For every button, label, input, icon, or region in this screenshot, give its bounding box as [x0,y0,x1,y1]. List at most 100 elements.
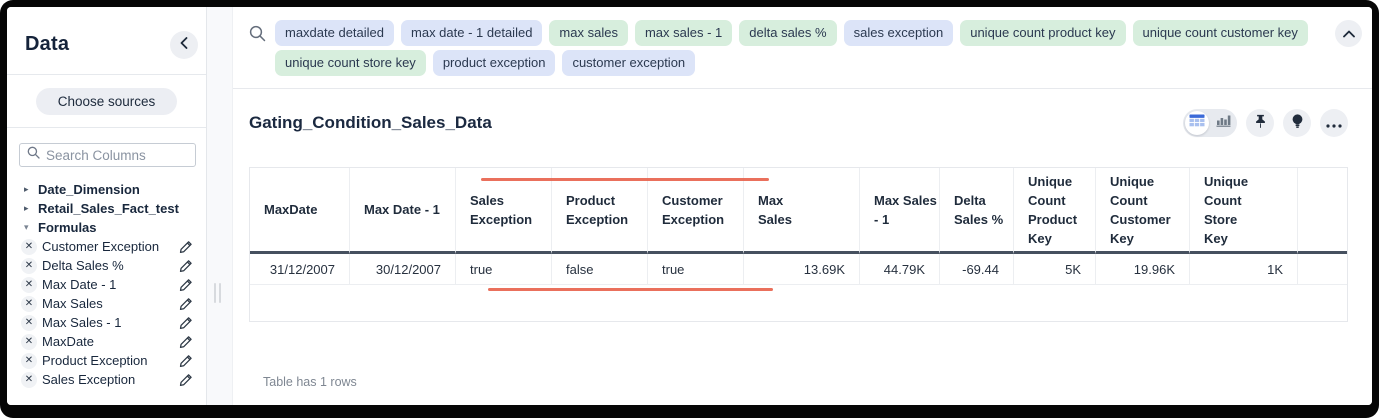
lightbulb-icon [1291,114,1304,132]
column-header-max-date-1[interactable]: Max Date - 1 [350,168,456,254]
widget-toolbar [1183,109,1348,137]
formula-label: Max Sales - 1 [42,315,178,330]
query-chip-list: maxdate detailed max date - 1 detailed max… [275,20,1315,76]
formula-label: Sales Exception [42,372,178,387]
remove-formula-icon[interactable]: ✕ [21,277,37,293]
column-header-unique-count-product-key[interactable]: Unique Count Product Key [1014,168,1096,254]
query-chip-unique-count-store-key[interactable]: unique count store key [275,50,426,76]
table-cell: false [552,254,648,285]
formula-label: Delta Sales % [42,258,178,273]
column-header-maxdate[interactable]: MaxDate [250,168,350,254]
column-search-input[interactable] [46,148,195,163]
remove-formula-icon[interactable]: ✕ [21,239,37,255]
query-chip-customer-exception[interactable]: customer exception [562,50,695,76]
table-cell: 44.79K [860,254,940,285]
more-options-button[interactable] [1320,109,1348,137]
formula-label: Max Date - 1 [42,277,178,292]
formula-label: Customer Exception [42,239,178,254]
column-header-label: Max Sales - 1 [874,191,938,229]
formula-item-customer-exception: ✕ Customer Exception [21,237,194,256]
panel-resize-handle[interactable] [214,283,221,303]
tree-group-formulas[interactable]: ▾Formulas [21,218,194,237]
caret-down-icon: ▾ [21,223,38,233]
query-chip-max-sales[interactable]: max sales [549,20,628,46]
query-chip-max-sales-1[interactable]: max sales - 1 [635,20,732,46]
query-chip-unique-count-product-key[interactable]: unique count product key [960,20,1125,46]
edit-pencil-icon[interactable] [178,240,194,254]
query-chip-sales-exception[interactable]: sales exception [844,20,954,46]
edit-pencil-icon[interactable] [178,335,194,349]
table-header-row: MaxDateMax Date - 1Sales ExceptionProduc… [250,168,1347,254]
formula-item-sales-exception: ✕ Sales Exception [21,370,194,389]
edit-pencil-icon[interactable] [178,259,194,273]
query-chip-unique-count-customer-key[interactable]: unique count customer key [1133,20,1308,46]
search-icon [249,25,266,47]
chevron-left-icon [180,37,188,52]
remove-formula-icon[interactable]: ✕ [21,334,37,350]
data-table-card: MaxDateMax Date - 1Sales ExceptionProduc… [249,167,1348,322]
table-cell [1298,254,1347,285]
query-bar: maxdate detailed max date - 1 detailed max… [233,7,1372,89]
choose-sources-button[interactable]: Choose sources [36,88,178,115]
column-header-max-sales-1[interactable]: Max Sales - 1 [860,168,940,254]
column-header-unique-count-store-key[interactable]: Unique Count Store Key [1190,168,1298,254]
table-empty-space [250,285,1347,321]
edit-pencil-icon[interactable] [178,316,194,330]
formula-label: Max Sales [42,296,178,311]
query-chip-product-exception[interactable]: product exception [433,50,556,76]
table-cell: 31/12/2007 [250,254,350,285]
widget-header: Gating_Condition_Sales_Data [249,109,1348,137]
query-chip-max-date-1-detailed[interactable]: max date - 1 detailed [401,20,542,46]
remove-formula-icon[interactable]: ✕ [21,258,37,274]
column-header-label: Customer Exception [662,191,737,229]
column-tree: ▸Date_Dimension▸Retail_Sales_Fact_test▾F… [7,178,206,389]
edit-pencil-icon[interactable] [178,297,194,311]
tree-group-date-dimension[interactable]: ▸Date_Dimension [21,180,194,199]
remove-formula-icon[interactable]: ✕ [21,353,37,369]
column-header-label: Unique Count Store Key [1204,172,1260,248]
column-header-delta-sales[interactable]: Delta Sales % [940,168,1014,254]
query-chip-delta-sales[interactable]: delta sales % [739,20,836,46]
table-cell: 30/12/2007 [350,254,456,285]
query-chip-maxdate-detailed[interactable]: maxdate detailed [275,20,394,46]
caret-right-icon: ▸ [21,204,38,214]
tree-group-label: Retail_Sales_Fact_test [38,201,194,216]
caret-right-icon: ▸ [21,185,38,195]
sources-section: Choose sources [7,75,206,128]
table-view-button[interactable] [1185,111,1209,135]
remove-formula-icon[interactable]: ✕ [21,296,37,312]
column-header-label: Max Date - 1 [364,200,445,219]
table-cell: true [456,254,552,285]
column-header-unique-count-customer-key[interactable]: Unique Count Customer Key [1096,168,1190,254]
panel-gutter [207,7,233,405]
tree-group-label: Formulas [38,220,194,235]
sidebar-title: Data [25,33,69,56]
column-header-blank[interactable] [1298,168,1347,254]
pin-button[interactable] [1246,109,1274,137]
ellipsis-icon [1326,116,1342,131]
remove-formula-icon[interactable]: ✕ [21,315,37,331]
app-window: Data Choose sources ▸Date_Dimension▸Reta… [0,0,1379,418]
search-icon [20,146,46,164]
main-area: maxdate detailed max date - 1 detailed max… [233,7,1372,405]
chevron-up-icon [1343,26,1355,41]
tree-group-retail-sales-fact-test[interactable]: ▸Retail_Sales_Fact_test [21,199,194,218]
chart-view-button[interactable] [1211,111,1235,135]
table-cell: 19.96K [1096,254,1190,285]
column-header-label: Unique Count Product Key [1028,172,1086,248]
data-sidebar: Data Choose sources ▸Date_Dimension▸Reta… [7,7,207,405]
edit-pencil-icon[interactable] [178,278,194,292]
remove-formula-icon[interactable]: ✕ [21,372,37,388]
sidebar-header: Data [7,7,206,75]
app-surface: Data Choose sources ▸Date_Dimension▸Reta… [7,7,1372,405]
formula-label: Product Exception [42,353,178,368]
formula-item-product-exception: ✕ Product Exception [21,351,194,370]
sidebar-collapse-button[interactable] [170,31,198,59]
formula-item-delta-sales: ✕ Delta Sales % [21,256,194,275]
insights-button[interactable] [1283,109,1311,137]
table-grid-icon [1189,114,1205,132]
edit-pencil-icon[interactable] [178,373,194,387]
edit-pencil-icon[interactable] [178,354,194,368]
query-collapse-button[interactable] [1335,20,1362,47]
column-search-box [19,143,196,167]
